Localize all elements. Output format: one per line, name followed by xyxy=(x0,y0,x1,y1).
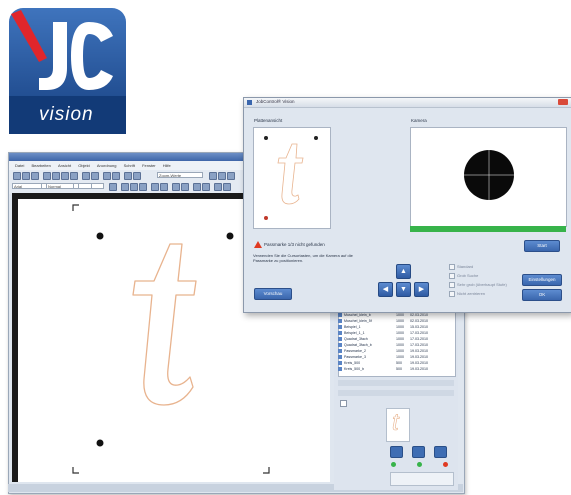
option-no-center[interactable]: Nicht zentrieren xyxy=(449,291,485,297)
cut-icon[interactable] xyxy=(52,172,60,180)
job-name: Muschel_klein_b xyxy=(344,313,371,317)
list-item[interactable]: Kreis_500_b 500 19.03.2010 xyxy=(338,366,428,372)
panel-options-row xyxy=(338,390,454,396)
option-standard[interactable]: Standard xyxy=(449,264,473,270)
progress-field xyxy=(390,472,454,486)
panel-section-header xyxy=(338,380,454,386)
menu-edit[interactable]: Bearbeiten xyxy=(31,163,50,168)
thumbnail-glyph: t xyxy=(392,409,399,437)
paste-icon[interactable] xyxy=(70,172,78,180)
stop-button[interactable] xyxy=(412,446,425,458)
status-dot-red xyxy=(443,462,448,467)
zoom-in-icon[interactable] xyxy=(209,172,217,180)
menu-font[interactable]: Schrift xyxy=(124,163,135,168)
arrow-left-icon: ◀ xyxy=(382,286,389,293)
option-coarse[interactable]: Grob Suche xyxy=(449,273,478,279)
menu-help[interactable]: Hilfe xyxy=(163,163,171,168)
zoom-select[interactable]: Zoom-Werte xyxy=(157,172,203,178)
print-icon[interactable] xyxy=(43,172,51,180)
move-right-button[interactable]: ▶ xyxy=(414,282,429,297)
job-name: Quadrat_3fach xyxy=(344,337,368,341)
move-down-button[interactable]: ▼ xyxy=(396,282,411,297)
option-label: Grob Suche xyxy=(457,273,479,279)
warning-text: Passmarke 1/3 nicht gefunden xyxy=(264,242,325,247)
font-toolbar: Arial Normal xyxy=(12,183,242,190)
open-icon[interactable] xyxy=(22,172,30,180)
undo-icon[interactable] xyxy=(82,172,90,180)
arrow-right-icon: ▶ xyxy=(418,286,425,293)
settings-button[interactable] xyxy=(434,446,447,458)
job-name: Beispiel_1_1 xyxy=(344,331,365,335)
job-panel: Muschel_klein_b 1000 02.03.2010 Muschel_kl… xyxy=(334,302,458,490)
font-size-field[interactable] xyxy=(78,183,92,189)
arrow-down-icon: ▼ xyxy=(400,286,407,293)
menu-object[interactable]: Objekt xyxy=(78,163,90,168)
zoom-fit-icon[interactable] xyxy=(227,172,235,180)
camera-view xyxy=(410,127,567,227)
registration-mark xyxy=(96,439,104,447)
checkbox-icon xyxy=(449,273,455,279)
camera-label: Kamera xyxy=(411,118,427,123)
jc-vision-logo: vision xyxy=(9,8,126,134)
panel-checkbox[interactable] xyxy=(340,400,347,407)
app-icon xyxy=(247,100,252,105)
save-icon[interactable] xyxy=(31,172,39,180)
vision-dialog: JobControl® Vision Plattenansicht Kamera… xyxy=(243,97,571,313)
font-style-select[interactable]: Normal xyxy=(46,183,74,189)
status-dot-green xyxy=(391,462,396,467)
ok-button[interactable]: OK xyxy=(522,289,562,301)
group-icon[interactable] xyxy=(103,172,111,180)
job-name: Kreis_500 xyxy=(344,361,361,365)
preview-button[interactable]: Vorschau xyxy=(254,288,292,300)
job-qty: 500 xyxy=(396,367,402,371)
job-name: Muschel_klein_5f xyxy=(344,319,372,323)
menu-view[interactable]: Ansicht xyxy=(58,163,71,168)
logo-wordmark: vision xyxy=(39,104,94,125)
ungroup-icon[interactable] xyxy=(112,172,120,180)
menu-window[interactable]: Fenster xyxy=(142,163,156,168)
thumbnail-preview: t xyxy=(386,408,410,442)
redo-icon[interactable] xyxy=(91,172,99,180)
registration-mark xyxy=(226,232,234,240)
job-name: Passmarke_3 xyxy=(344,355,366,359)
glyph-t-outline xyxy=(132,243,197,406)
arrow-up-icon: ▲ xyxy=(400,268,407,275)
dialog-title: JobControl® Vision xyxy=(256,99,295,104)
play-button[interactable] xyxy=(390,446,403,458)
job-date: 19.03.2010 xyxy=(410,367,428,371)
option-very-coarse[interactable]: Sehr grob (überhaupt Stufe) xyxy=(449,282,507,288)
font-family-select[interactable]: Arial xyxy=(12,183,42,189)
close-icon[interactable] xyxy=(558,99,568,105)
plate-preview xyxy=(253,127,331,229)
start-button[interactable]: Start xyxy=(524,240,560,252)
new-icon[interactable] xyxy=(13,172,21,180)
menu-arrange[interactable]: Anordnung xyxy=(97,163,117,168)
move-left-button[interactable]: ◀ xyxy=(378,282,393,297)
settings-dialog-button[interactable]: Einstellungen xyxy=(522,274,562,286)
job-name: Kreis_500_b xyxy=(344,367,365,371)
job-name: Beispiel_1 xyxy=(344,325,361,329)
move-up-button[interactable]: ▲ xyxy=(396,264,411,279)
checkbox-icon xyxy=(449,264,455,270)
progress-bar xyxy=(410,226,566,232)
status-dot-green xyxy=(417,462,422,467)
registration-mark xyxy=(96,232,104,240)
instruction-text: Verwenden Sie die Cursortasten, um die K… xyxy=(253,253,353,263)
warning-icon xyxy=(254,241,262,248)
option-label: Standard xyxy=(457,264,474,270)
checkbox-icon xyxy=(449,291,455,297)
job-name: Quadrat_3fach_b xyxy=(344,343,372,347)
align-icon[interactable] xyxy=(124,172,132,180)
menu-file[interactable]: Datei xyxy=(15,163,24,168)
preview-label: Plattenansicht xyxy=(254,118,283,123)
dialog-titlebar: JobControl® Vision xyxy=(244,98,571,108)
zoom-out-icon[interactable] xyxy=(218,172,226,180)
option-label: Nicht zentrieren xyxy=(457,291,486,297)
layer-icon[interactable] xyxy=(133,172,141,180)
copy-icon[interactable] xyxy=(61,172,69,180)
checkbox-icon xyxy=(449,282,455,288)
option-label: Sehr grob (überhaupt Stufe) xyxy=(457,282,507,288)
job-name: Passmarke_2 xyxy=(344,349,366,353)
